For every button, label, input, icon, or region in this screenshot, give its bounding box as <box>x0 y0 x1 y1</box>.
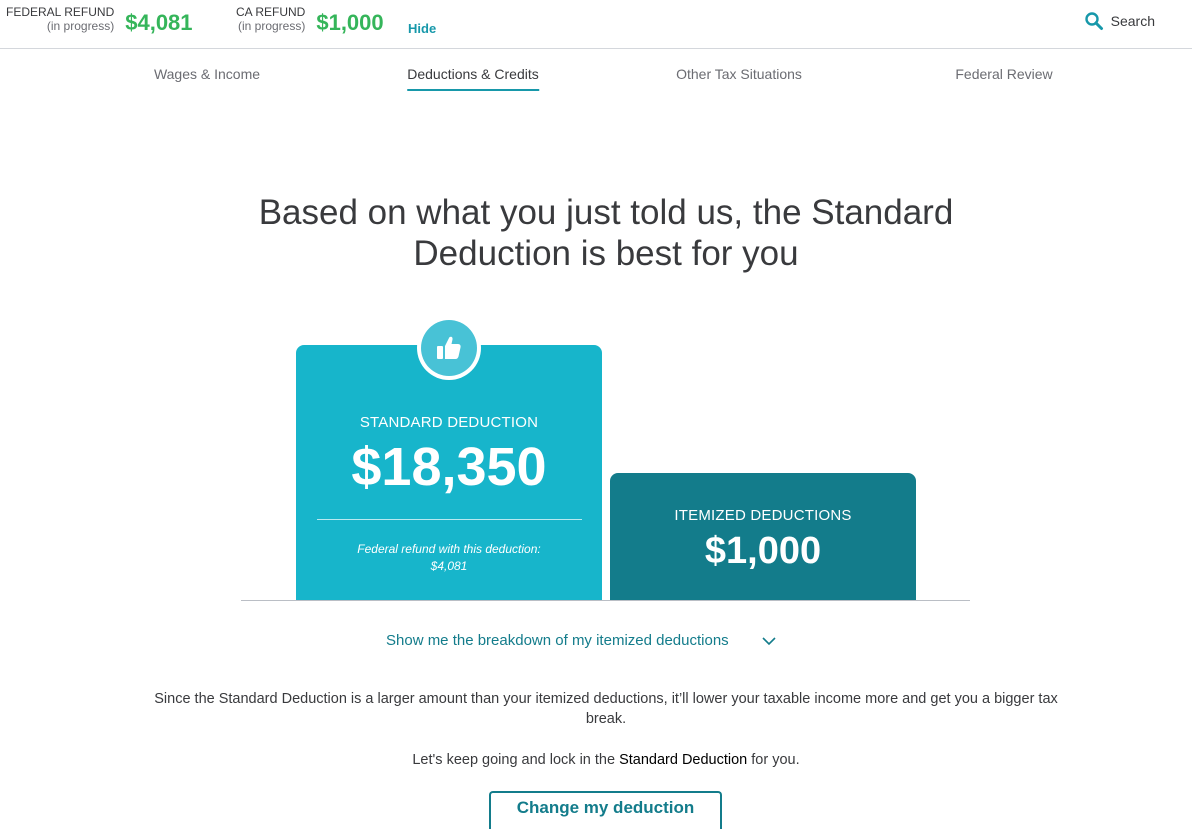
state-refund-label: CA REFUND <box>236 5 306 19</box>
change-deduction-button[interactable]: Change my deduction <box>489 791 722 829</box>
standard-deduction-label: STANDARD DEDUCTION <box>359 414 539 431</box>
state-refund-sublabel: (in progress) <box>237 19 306 33</box>
lockin-prefix: Let's keep going and lock in the <box>412 752 620 768</box>
standard-refund-note: Federal refund with this deduction: $4,0… <box>296 541 602 575</box>
page-title: Based on what you just told us, the Stan… <box>258 193 954 273</box>
recommended-badge-inner <box>421 320 477 376</box>
card-divider <box>316 519 582 520</box>
itemized-deductions-label: ITEMIZED DEDUCTIONS <box>674 507 852 524</box>
tab-other-tax-situations[interactable]: Other Tax Situations <box>676 66 802 89</box>
standard-deduction-amount: $18,350 <box>351 437 547 497</box>
standard-deduction-card: STANDARD DEDUCTION $18,350 Federal refun… <box>296 345 602 600</box>
tab-deductions-credits[interactable]: Deductions & Credits <box>407 66 539 91</box>
state-refund-amount: $1,000 <box>316 10 384 35</box>
federal-refund-sublabel: (in progress) <box>46 19 115 33</box>
recommended-badge <box>417 316 481 380</box>
tab-wages-income[interactable]: Wages & Income <box>154 66 260 89</box>
comparison-baseline <box>241 600 970 601</box>
state-refund-labels: CA REFUND (in progress) <box>236 5 305 33</box>
chevron-down-icon <box>762 636 776 645</box>
federal-refund-label: FEDERAL REFUND <box>6 5 115 19</box>
federal-refund-labels: FEDERAL REFUND (in progress) <box>6 5 114 33</box>
search-label: Search <box>1110 13 1155 29</box>
state-refund: CA REFUND (in progress) $1,000 <box>236 5 384 35</box>
itemized-deductions-card: ITEMIZED DEDUCTIONS $1,000 <box>610 473 916 600</box>
federal-refund: FEDERAL REFUND (in progress) $4,081 <box>6 5 193 35</box>
explanation-text: Since the Standard Deduction is a larger… <box>154 691 1058 727</box>
tab-federal-review[interactable]: Federal Review <box>955 66 1052 89</box>
search-icon <box>1084 12 1103 30</box>
itemized-breakdown-toggle[interactable]: Show me the breakdown of my itemized ded… <box>386 632 777 649</box>
itemized-deductions-amount: $1,000 <box>704 530 822 572</box>
hide-refund-link[interactable]: Hide <box>408 21 436 36</box>
standard-refund-note-amount: $4,081 <box>430 559 468 573</box>
breakdown-link-label: Show me the breakdown of my itemized ded… <box>386 632 729 649</box>
lockin-emphasis: Standard Deduction <box>619 752 748 768</box>
standard-refund-note-text: Federal refund with this deduction: <box>357 542 541 556</box>
thumbs-up-icon <box>437 336 461 359</box>
refund-bar: FEDERAL REFUND (in progress) $4,081 CA R… <box>0 0 1192 49</box>
lockin-suffix: for you. <box>747 752 800 768</box>
search-button[interactable]: Search <box>1084 11 1155 31</box>
lockin-text: Let's keep going and lock in the Standar… <box>150 750 1062 770</box>
page: FEDERAL REFUND (in progress) $4,081 CA R… <box>0 0 1197 829</box>
federal-refund-amount: $4,081 <box>125 10 193 35</box>
section-tabs: Wages & Income Deductions & Credits Othe… <box>0 66 1197 96</box>
